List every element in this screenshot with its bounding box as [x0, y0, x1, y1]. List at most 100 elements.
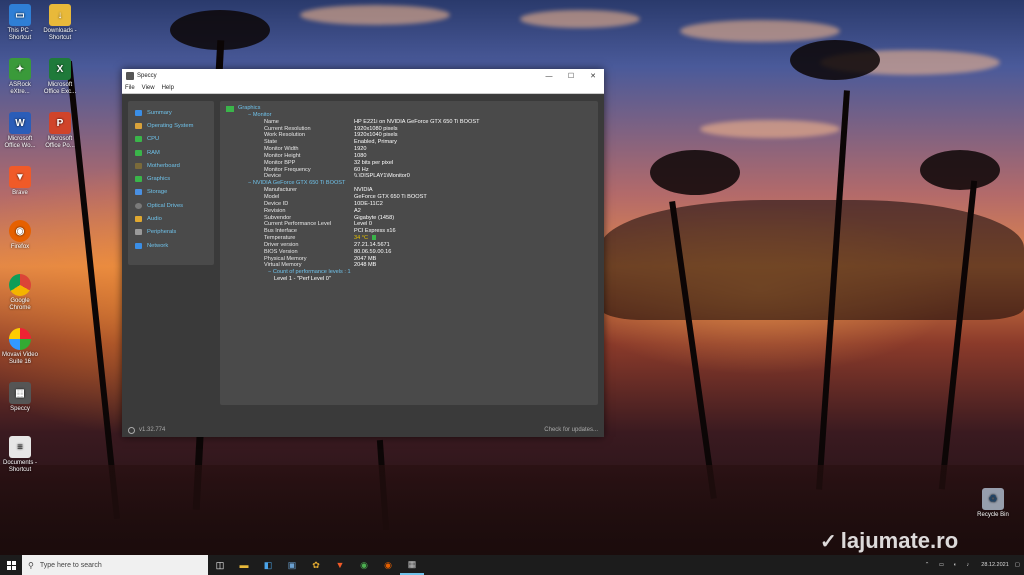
property-value: Gigabyte (1458): [354, 214, 395, 221]
desktop-icon-label: Speccy: [10, 406, 30, 412]
sidebar-item-optical-drives[interactable]: Optical Drives: [128, 199, 214, 212]
desktop-icon-firefox[interactable]: ◉ Firefox: [0, 220, 40, 251]
monitor-group-label: − Monitor: [248, 111, 272, 118]
property-name: Subvendor: [264, 214, 292, 221]
property-name: Physical Memory: [264, 255, 307, 262]
property-row: Monitor Frequency 60 Hz: [226, 167, 592, 174]
taskbar-movavi[interactable]: ✿: [304, 555, 328, 575]
sidebar-item-audio[interactable]: Audio: [128, 212, 214, 225]
sidebar-item-label: Storage: [147, 189, 168, 196]
ram-icon: [135, 149, 142, 156]
desktop-icon-label: This PC - Shortcut: [7, 28, 33, 41]
desktop-icon-speccy[interactable]: ▦ Speccy: [0, 382, 40, 413]
speccy-status-icon: [128, 426, 135, 434]
section-title: Graphics: [238, 105, 261, 111]
mouse-icon: [135, 229, 142, 236]
sidebar-item-operating-system[interactable]: Operating System: [128, 119, 214, 132]
sidebar-item-label: Graphics: [147, 176, 171, 183]
property-name: Driver version: [264, 241, 299, 248]
property-row: Monitor Width 1920: [226, 146, 592, 153]
windows-icon: [135, 122, 142, 129]
version-label: v1.32.774: [139, 427, 166, 433]
sidebar-item-motherboard[interactable]: Motherboard: [128, 159, 214, 172]
desktop-icon-word[interactable]: W Microsoft Office Wo...: [0, 112, 40, 150]
graphics-card-icon: [135, 176, 142, 183]
monitor-group-header[interactable]: − Monitor: [226, 112, 592, 119]
property-row: Driver version 27.21.14.5671: [226, 242, 592, 249]
taskbar-firefox[interactable]: ◉: [376, 555, 400, 575]
desktop-icon-documents[interactable]: ≡ Documents - Shortcut: [0, 436, 40, 474]
chrome-icon: ◉: [360, 559, 368, 570]
clock-date[interactable]: 28.12.2021: [981, 562, 1009, 568]
sidebar-item-graphics[interactable]: Graphics: [128, 172, 214, 185]
sidebar-item-label: Peripherals: [147, 229, 177, 236]
property-value: Enabled, Primary: [354, 139, 397, 146]
menu-view[interactable]: View: [142, 85, 155, 91]
taskbar-file-explorer[interactable]: ▬: [232, 555, 256, 575]
start-button[interactable]: [0, 555, 22, 575]
palm-fronds: [920, 150, 1000, 190]
property-row: Current Resolution 1920x1080 pixels: [226, 126, 592, 133]
menu-file[interactable]: File: [125, 85, 135, 91]
property-value: 27.21.14.5671: [354, 241, 390, 248]
property-value: 32 bits per pixel: [354, 159, 394, 166]
task-view-button[interactable]: ◫: [208, 555, 232, 575]
perf-levels-label: − Count of performance levels : 1: [268, 269, 351, 276]
sidebar: Summary Operating System CPU RAM Motherb…: [128, 101, 214, 265]
property-row: Virtual Memory 2048 MB: [226, 262, 592, 269]
perf-levels-header[interactable]: − Count of performance levels : 1: [226, 269, 592, 276]
sidebar-item-storage[interactable]: Storage: [128, 186, 214, 199]
sidebar-item-cpu[interactable]: CPU: [128, 133, 214, 146]
property-row: Device \\.\DISPLAY1\Monitor0: [226, 173, 592, 180]
sidebar-item-peripherals[interactable]: Peripherals: [128, 226, 214, 239]
property-name: Model: [264, 193, 280, 200]
property-name: BIOS Version: [264, 248, 298, 255]
property-name: Monitor Height: [264, 152, 301, 159]
speaker-icon: [135, 216, 142, 223]
desktop-icon-downloads[interactable]: ↓ Downloads - Shortcut: [40, 4, 80, 42]
tray-icons[interactable]: ⌃ ▭ ◐ ♪: [925, 562, 973, 568]
taskbar-app-1[interactable]: ◧: [256, 555, 280, 575]
desktop-icon-brave[interactable]: ▼ Brave: [0, 166, 40, 197]
property-name: Revision: [264, 207, 286, 214]
desktop-icon-chrome[interactable]: Google Chrome: [0, 274, 40, 312]
gpu-group-header[interactable]: − NVIDIA GeForce GTX 650 Ti BOOST: [226, 180, 592, 187]
desktop-icon-this-pc[interactable]: ▭ This PC - Shortcut: [0, 4, 40, 42]
asrock-icon: ✦: [9, 58, 31, 80]
desktop-icon-excel[interactable]: X Microsoft Office Exc...: [40, 58, 80, 96]
taskbar-speccy[interactable]: ▦: [400, 555, 424, 575]
property-name: State: [264, 139, 278, 146]
maximize-button[interactable]: ☐: [560, 69, 582, 83]
property-row: Name HP E221i on NVIDIA GeForce GTX 650 T…: [226, 119, 592, 126]
property-value: 1920: [354, 146, 367, 153]
taskbar-brave[interactable]: ▼: [328, 555, 352, 575]
title-bar[interactable]: Speccy — ☐ ✕: [122, 69, 604, 83]
taskbar-search-box[interactable]: ⚲ Type here to search: [22, 555, 208, 575]
property-row: Manufacturer NVIDIA: [226, 187, 592, 194]
cloud: [700, 120, 840, 138]
property-value: Level 0: [354, 221, 373, 228]
property-row: Temperature 34 °C: [226, 235, 592, 242]
desktop-icon-powerpoint[interactable]: P Microsoft Office Po...: [40, 112, 80, 150]
property-name: Name: [264, 118, 279, 125]
notifications-icon[interactable]: ▢: [1015, 562, 1020, 568]
sidebar-item-network[interactable]: Network: [128, 239, 214, 252]
sidebar-item-summary[interactable]: Summary: [128, 106, 214, 119]
check-updates-link[interactable]: Check for updates...: [544, 427, 598, 433]
menu-help[interactable]: Help: [162, 85, 174, 91]
desktop-icon-recycle-bin[interactable]: ♻ Recycle Bin: [973, 488, 1013, 519]
taskbar-app-2[interactable]: ▣: [280, 555, 304, 575]
close-button[interactable]: ✕: [582, 69, 604, 83]
property-row: Subvendor Gigabyte (1458): [226, 215, 592, 222]
taskbar-chrome[interactable]: ◉: [352, 555, 376, 575]
sidebar-item-ram[interactable]: RAM: [128, 146, 214, 159]
desktop-icon-asrock[interactable]: ✦ ASRock eXtre...: [0, 58, 40, 96]
gpu-properties: Manufacturer NVIDIA Model GeForce GTX 650 T…: [226, 187, 592, 269]
property-value: 1920x1040 pixels: [354, 132, 398, 139]
cpu-icon: [135, 136, 142, 143]
powerpoint-icon: P: [49, 112, 71, 134]
desktop-icon-movavi[interactable]: Movavi Video Suite 16: [0, 328, 40, 366]
minimize-button[interactable]: —: [538, 69, 560, 83]
property-value: PCI Express x16: [354, 228, 396, 235]
sidebar-item-label: Optical Drives: [147, 202, 184, 209]
